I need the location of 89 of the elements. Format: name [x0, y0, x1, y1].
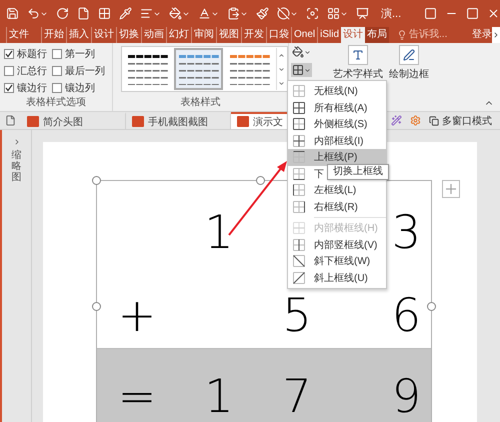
caret-icon	[304, 66, 311, 74]
layout-icon[interactable]	[327, 7, 348, 20]
eyedropper-icon[interactable]	[119, 7, 132, 20]
table-cell: 6	[392, 292, 421, 338]
close-icon[interactable]	[487, 7, 500, 20]
paste-icon[interactable]	[227, 7, 248, 20]
table-cell: 9	[392, 372, 421, 418]
border-icon	[292, 238, 306, 252]
focus-icon[interactable]	[306, 7, 319, 20]
border-icon	[292, 254, 306, 268]
border-icon	[292, 166, 306, 181]
border-icon	[292, 100, 306, 115]
checkbox[interactable]: 标题行	[4, 46, 52, 61]
align-icon[interactable]	[140, 7, 161, 20]
ribbon-display-icon[interactable]	[424, 7, 437, 20]
presenter-icon[interactable]	[356, 7, 369, 20]
menu-item[interactable]: 左框线(L)	[288, 182, 386, 198]
scroll-down-icon[interactable]	[278, 66, 285, 72]
multi-window-button[interactable]: 多窗口模式	[429, 114, 492, 128]
paint-bucket-icon	[292, 46, 304, 58]
brush-icon[interactable]	[256, 7, 269, 20]
font-color-icon[interactable]	[198, 7, 219, 20]
table-cell: =	[118, 372, 156, 418]
borders-button[interactable]	[291, 63, 312, 77]
border-icon	[292, 134, 306, 148]
table-cell: 3	[392, 208, 421, 254]
more-icon[interactable]	[492, 27, 500, 43]
resize-handle[interactable]	[92, 302, 101, 311]
expand-gallery-icon[interactable]	[278, 80, 285, 86]
group-label: 表格样式选项	[25, 96, 87, 109]
fill-icon[interactable]	[169, 7, 190, 20]
shading-button[interactable]	[291, 45, 312, 59]
document-tab[interactable]: 简介头图	[21, 112, 126, 129]
table-rows-drawing	[128, 63, 168, 85]
letter-icon	[348, 45, 368, 65]
menu-item[interactable]: 斜下框线(W)	[288, 253, 386, 270]
checkbox[interactable]: 镶边列	[52, 80, 108, 95]
pen-icon	[399, 45, 419, 65]
menu-item[interactable]: 上框线(P)	[288, 149, 386, 166]
border-icon	[292, 183, 306, 198]
resize-handle[interactable]	[427, 302, 436, 311]
redo-icon[interactable]	[56, 7, 69, 20]
sign-in-link[interactable]: 登录	[472, 27, 492, 43]
checkbox[interactable]: 镶边行	[4, 80, 52, 95]
menu-item[interactable]: 斜上框线(U)	[288, 270, 386, 286]
lightbulb-icon	[397, 30, 408, 40]
maximize-icon[interactable]	[466, 7, 479, 20]
draw-borders-button[interactable]: 绘制边框	[386, 43, 432, 111]
menu-item[interactable]: 内部框线(I)	[288, 132, 386, 149]
border-icon	[292, 200, 306, 214]
new-file-icon[interactable]	[77, 7, 90, 20]
checkbox[interactable]: 最后一列	[52, 63, 108, 78]
table-rows-drawing	[230, 63, 270, 85]
group-label: 表格样式	[180, 96, 222, 109]
grid-icon	[292, 64, 304, 76]
windows-icon	[429, 116, 439, 126]
caret-icon	[304, 48, 311, 56]
add-icon[interactable]	[442, 180, 460, 198]
table-cell: 1	[204, 372, 234, 418]
checkmark-icon	[5, 84, 13, 92]
ribbon-tab[interactable]: 设计	[341, 27, 366, 43]
border-icon	[292, 270, 306, 285]
resize-handle[interactable]	[256, 176, 265, 185]
border-icon	[292, 117, 306, 132]
undo-icon[interactable]	[27, 7, 48, 20]
menu-item[interactable]: 内部竖框线(V)	[288, 236, 386, 253]
save-icon[interactable]	[6, 7, 19, 20]
wand-icon[interactable]	[391, 115, 402, 126]
checkbox[interactable]: 汇总行	[4, 63, 52, 78]
resize-handle[interactable]	[92, 176, 101, 185]
menu-item[interactable]: 右框线(R)	[288, 198, 386, 215]
scroll-up-icon[interactable]	[278, 52, 285, 58]
table-cell: 1	[204, 208, 234, 254]
ribbon-tab[interactable]: 布局	[365, 27, 390, 43]
grid-icon[interactable]	[98, 7, 111, 20]
border-icon	[292, 84, 306, 98]
table-rows-drawing	[178, 63, 218, 85]
border-icon	[292, 221, 306, 236]
checkbox[interactable]: 第一列	[52, 46, 108, 61]
table-cell: 7	[282, 372, 312, 418]
tooltip: 切换上框线	[327, 164, 389, 180]
table-cell: +	[118, 292, 156, 338]
table-cell: 5	[282, 292, 312, 338]
window-title: 演...	[381, 6, 402, 21]
menu-item[interactable]: 无框线(N)	[288, 83, 386, 100]
checkmark-icon	[5, 50, 13, 58]
circle-icon[interactable]	[277, 7, 298, 20]
thumbnails-label[interactable]: 缩略图	[12, 150, 22, 183]
border-icon	[292, 150, 306, 164]
